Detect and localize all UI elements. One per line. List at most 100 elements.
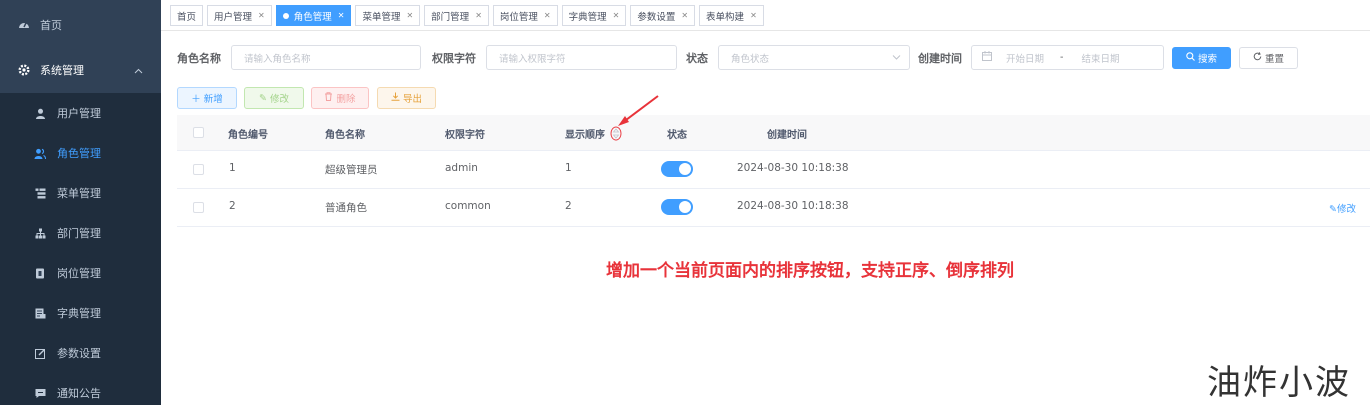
tag-label: 菜单管理 xyxy=(362,11,401,23)
sidebar-item-label: 参数设置 xyxy=(57,347,101,360)
refresh-icon xyxy=(1253,52,1262,64)
close-icon[interactable]: ✕ xyxy=(406,11,413,20)
tag-label: 部门管理 xyxy=(431,11,470,23)
cell-role-name: 超级管理员 xyxy=(325,164,378,176)
tag-posts[interactable]: 岗位管理 ✕ xyxy=(492,5,558,26)
cell-created: 2024-08-30 10:18:38 xyxy=(737,162,849,174)
row-checkbox[interactable] xyxy=(193,164,204,175)
table-header: 角色编号 角色名称 权限字符 显示顺序 状态 创建时间 xyxy=(177,115,1370,151)
message-icon xyxy=(34,387,46,399)
role-name-label: 角色名称 xyxy=(177,52,221,65)
placeholder-text: 请输入角色名称 xyxy=(244,53,311,65)
edit-button-label: 修改 xyxy=(269,94,289,105)
sidebar-item-config[interactable]: 参数设置 xyxy=(0,333,161,373)
sidebar-item-users[interactable]: 用户管理 xyxy=(0,93,161,133)
tags-view: 首页 用户管理 ✕ 角色管理 ✕ 菜单管理 ✕ 部门管理 ✕ 岗位管理 ✕ 字典管理 ✕ 参… xyxy=(170,5,768,27)
placeholder-text: 请输入权限字符 xyxy=(499,53,566,65)
edit-icon: ✎ xyxy=(1329,204,1337,215)
end-date-input[interactable]: 结束日期 xyxy=(1081,51,1119,65)
close-icon[interactable]: ✕ xyxy=(613,11,620,20)
sidebar-item-label: 岗位管理 xyxy=(57,267,101,280)
tag-users[interactable]: 用户管理 ✕ xyxy=(207,5,272,26)
status-switch[interactable] xyxy=(661,161,693,177)
user-icon xyxy=(34,107,46,119)
export-button-label: 导出 xyxy=(402,94,422,105)
download-icon xyxy=(391,92,400,104)
close-icon[interactable]: ✕ xyxy=(338,11,345,20)
gear-icon xyxy=(18,64,30,76)
sidebar-item-label: 首页 xyxy=(40,19,62,32)
tag-label: 首页 xyxy=(177,11,197,23)
post-icon xyxy=(34,267,46,279)
tag-label: 用户管理 xyxy=(214,11,253,23)
role-key-input[interactable]: 请输入权限字符 xyxy=(486,45,677,70)
close-icon[interactable]: ✕ xyxy=(475,11,482,20)
dict-icon xyxy=(34,307,46,319)
peoples-icon xyxy=(34,147,46,159)
tag-roles[interactable]: 角色管理 ✕ xyxy=(275,5,352,26)
column-header: 角色编号 xyxy=(228,130,268,141)
row-checkbox[interactable] xyxy=(193,202,204,213)
row-edit-label: 修改 xyxy=(1336,204,1356,215)
sidebar-item-posts[interactable]: 岗位管理 xyxy=(0,253,161,293)
tag-dicts[interactable]: 字典管理 ✕ xyxy=(561,5,627,26)
tag-home[interactable]: 首页 xyxy=(170,5,204,26)
search-button-label: 搜索 xyxy=(1197,54,1217,65)
close-icon[interactable]: ✕ xyxy=(544,11,551,20)
tag-label: 字典管理 xyxy=(568,11,607,23)
status-label: 状态 xyxy=(686,52,708,65)
close-icon[interactable]: ✕ xyxy=(681,11,688,20)
tag-label: 参数设置 xyxy=(637,11,676,23)
cell-role-key: common xyxy=(445,200,491,212)
close-icon[interactable]: ✕ xyxy=(258,11,265,20)
reset-button-label: 重置 xyxy=(1264,54,1284,65)
sidebar-item-roles[interactable]: 角色管理 xyxy=(0,133,161,173)
sidebar-item-departments[interactable]: 部门管理 xyxy=(0,213,161,253)
cell-role-key: admin xyxy=(445,162,478,174)
sidebar-item-label: 通知公告 xyxy=(57,387,101,400)
tag-menus[interactable]: 菜单管理 ✕ xyxy=(355,5,421,26)
table-row: 1 超级管理员 admin 1 2024-08-30 10:18:38 xyxy=(177,151,1370,189)
sidebar-item-label: 部门管理 xyxy=(57,227,101,240)
sidebar-item-dicts[interactable]: 字典管理 xyxy=(0,293,161,333)
calendar-icon xyxy=(982,51,992,64)
sidebar-item-label: 菜单管理 xyxy=(57,187,101,200)
sidebar-group-system[interactable]: 系统管理 xyxy=(0,50,161,90)
close-icon[interactable]: ✕ xyxy=(750,11,757,20)
tag-departments[interactable]: 部门管理 ✕ xyxy=(424,5,489,26)
tag-config[interactable]: 参数设置 ✕ xyxy=(630,5,696,26)
start-date-input[interactable]: 开始日期 xyxy=(1006,51,1044,65)
edit-icon: ✎ xyxy=(259,92,267,104)
role-name-input[interactable]: 请输入角色名称 xyxy=(231,45,421,70)
plus-icon: ＋ xyxy=(191,94,201,105)
add-button-label: 新增 xyxy=(203,94,223,105)
sidebar-item-label: 用户管理 xyxy=(57,107,101,120)
edit-button[interactable]: ✎ 修改 xyxy=(244,87,304,109)
sidebar: 首页 系统管理 用户管理 角色管理 菜单管理 部门管理 岗位管理 字典管理 参数… xyxy=(0,0,161,405)
created-time-label: 创建时间 xyxy=(918,52,962,65)
sidebar-item-notices[interactable]: 通知公告 xyxy=(0,373,161,405)
delete-button[interactable]: 删除 xyxy=(311,87,369,109)
export-button[interactable]: 导出 xyxy=(377,87,436,109)
column-header-label: 显示顺序 xyxy=(565,130,605,141)
status-select[interactable]: 角色状态 xyxy=(718,45,910,70)
tag-form-build[interactable]: 表单构建 ✕ xyxy=(699,5,764,26)
sidebar-item-menus[interactable]: 菜单管理 xyxy=(0,173,161,213)
date-range-picker[interactable]: 开始日期 - 结束日期 xyxy=(971,45,1164,70)
row-edit-link[interactable]: ✎修改 xyxy=(1329,201,1356,215)
select-all-checkbox[interactable] xyxy=(193,127,204,138)
tag-label: 角色管理 xyxy=(293,11,332,23)
add-button[interactable]: ＋新增 xyxy=(177,87,237,109)
cell-sort: 1 xyxy=(565,162,572,174)
cell-sort: 2 xyxy=(565,200,572,212)
search-icon xyxy=(1186,52,1195,64)
edit-icon xyxy=(34,347,46,359)
search-button[interactable]: 搜索 xyxy=(1172,47,1231,69)
status-switch[interactable] xyxy=(661,199,693,215)
sidebar-item-home[interactable]: 首页 xyxy=(0,5,161,45)
trash-icon xyxy=(324,92,333,104)
active-dot-icon xyxy=(282,12,289,19)
sidebar-item-label: 角色管理 xyxy=(57,147,101,160)
app-window: 首页 系统管理 用户管理 角色管理 菜单管理 部门管理 岗位管理 字典管理 参数… xyxy=(0,0,1370,405)
reset-button[interactable]: 重置 xyxy=(1239,47,1298,69)
